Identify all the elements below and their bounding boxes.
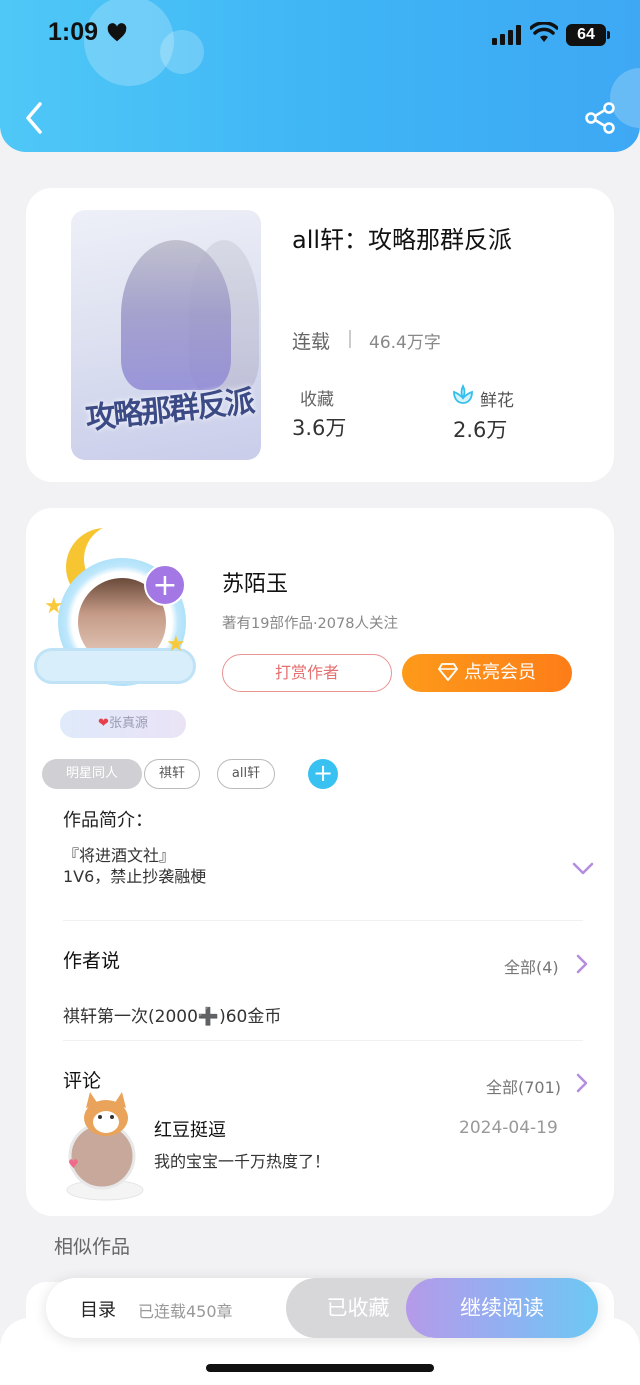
decorative-bubble: [160, 30, 204, 74]
cover-figure: [121, 240, 231, 390]
battery-indicator: 64: [566, 24, 606, 46]
continue-reading-button[interactable]: 继续阅读: [406, 1278, 598, 1338]
author-name[interactable]: 苏陌玉: [222, 566, 288, 598]
tag-chip[interactable]: all轩: [217, 759, 275, 789]
book-info-card: 攻略那群反派 all轩：攻略那群反派 连载 46.4万字 收藏 3.6万 鲜花 …: [26, 188, 614, 482]
comments-title: 评论: [63, 1070, 102, 1092]
chapter-count: 已连载450章: [138, 1302, 233, 1321]
chevron-right-icon[interactable]: [575, 1072, 589, 1094]
battery-tip: [607, 31, 610, 39]
commenter-avatar[interactable]: ♥: [62, 1090, 148, 1202]
book-title: all轩：攻略那群反派: [292, 226, 513, 254]
tip-author-button[interactable]: 打赏作者: [222, 654, 392, 692]
word-count: 46.4万字: [369, 333, 441, 353]
heart-icon: ❤: [98, 716, 109, 731]
svg-text:♥: ♥: [68, 1157, 79, 1171]
author-stats: 著有19部作品·2078人关注: [222, 616, 398, 632]
cover-title-art: 攻略那群反派: [83, 384, 255, 437]
chevron-right-icon[interactable]: [575, 953, 589, 975]
add-tag-button[interactable]: +: [308, 759, 338, 789]
author-card: ★ ★ + ❤张真源 苏陌玉 著有19部作品·2078人关注 打赏作者 点亮会员…: [26, 508, 614, 1216]
intro-title: 作品简介：: [63, 810, 153, 831]
author-says-text: 祺轩第一次(2000➕)60金币: [63, 1007, 282, 1027]
similar-works-title: 相似作品: [54, 1236, 131, 1258]
bottom-action-bar: 目录 已连载450章 已收藏 继续阅读: [46, 1278, 598, 1338]
share-icon[interactable]: [582, 100, 618, 136]
vip-button-label: 点亮会员: [464, 662, 536, 683]
author-says-title: 作者说: [63, 950, 121, 972]
home-indicator: [206, 1364, 434, 1372]
comment-text: 我的宝宝一千万热度了！: [154, 1152, 331, 1171]
status-time: 1:09: [48, 18, 99, 46]
follow-plus-button[interactable]: +: [144, 564, 186, 606]
star-icon: ★: [44, 594, 64, 619]
signal-icon: [492, 25, 521, 45]
fan-badge: ❤张真源: [60, 710, 186, 738]
author-avatar[interactable]: ★ ★ + ❤张真源: [30, 520, 200, 738]
divider: [63, 1040, 583, 1041]
collect-count: 3.6万: [292, 416, 347, 440]
divider: [349, 330, 351, 348]
fan-badge-label: 张真源: [108, 716, 148, 731]
intro-line: 1V6，禁止抄袭融梗: [63, 867, 207, 886]
tag-chip[interactable]: 祺轩: [144, 759, 200, 789]
expand-chevron-icon[interactable]: [572, 862, 594, 876]
divider: [63, 920, 583, 921]
comments-see-all[interactable]: 全部(701): [486, 1074, 561, 1098]
serial-status: 连载: [292, 331, 331, 353]
author-says-see-all[interactable]: 全部(4): [504, 954, 559, 978]
comment-date: 2024-04-19: [459, 1118, 558, 1138]
book-cover[interactable]: 攻略那群反派: [71, 210, 261, 460]
tag-chip[interactable]: 明星同人: [42, 759, 142, 789]
flower-count: 2.6万: [453, 418, 508, 442]
flower-label: 鲜花: [480, 391, 514, 411]
top-header: 1:09 64: [0, 0, 640, 152]
back-arrow-icon[interactable]: [20, 98, 50, 138]
toc-button[interactable]: 目录: [80, 1296, 116, 1322]
diamond-icon: [438, 663, 458, 681]
commenter-name: 红豆挺逗: [154, 1120, 226, 1141]
star-icon: ★: [166, 632, 186, 657]
wifi-icon: [530, 22, 558, 42]
heart-icon: [107, 23, 127, 42]
vip-button[interactable]: 点亮会员: [402, 654, 572, 692]
collect-label: 收藏: [300, 390, 334, 410]
flower-icon: [453, 383, 473, 404]
